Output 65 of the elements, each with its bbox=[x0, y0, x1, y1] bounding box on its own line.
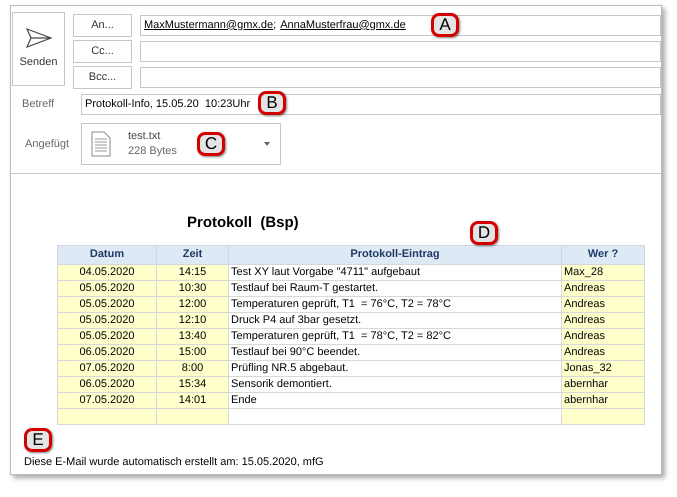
send-icon bbox=[26, 28, 52, 48]
table-cell: Druck P4 auf 3bar gesetzt. bbox=[228, 312, 562, 328]
table-cell: Andreas bbox=[562, 328, 644, 344]
table-cell: abernhar bbox=[562, 376, 644, 392]
table-cell: 06.05.2020 bbox=[58, 344, 156, 360]
callout-marker: C bbox=[197, 132, 225, 156]
callout-marker: B bbox=[258, 90, 286, 114]
table-cell: Max_28 bbox=[562, 264, 644, 280]
table-cell: abernhar bbox=[562, 392, 644, 408]
separator-text: ; bbox=[273, 18, 276, 33]
callout-marker: A bbox=[431, 12, 459, 36]
table-cell: 10:30 bbox=[156, 280, 228, 296]
table-cell: Temperaturen geprüft, T1 = 76°C, T2 = 78°C bbox=[228, 296, 562, 312]
recipient-button[interactable]: Cc... bbox=[73, 40, 132, 62]
table-cell: 05.05.2020 bbox=[58, 312, 156, 328]
table-cell: 13:40 bbox=[156, 328, 228, 344]
table-cell: 15:00 bbox=[156, 344, 228, 360]
callout-marker: D bbox=[470, 220, 498, 244]
table-cell: Testlauf bei 90°C beendet. bbox=[228, 344, 562, 360]
table-cell: Andreas bbox=[562, 280, 644, 296]
callout-marker: E bbox=[24, 428, 52, 452]
table-cell: 05.05.2020 bbox=[58, 328, 156, 344]
column-header: Wer ? bbox=[562, 245, 644, 264]
table-cell: Ende bbox=[228, 392, 562, 408]
column-header: Protokoll-Eintrag bbox=[228, 245, 562, 264]
footer-text: Diese E-Mail wurde automatisch erstellt am: 15.05.2020, mfG bbox=[24, 454, 324, 470]
table-cell: 12:10 bbox=[156, 312, 228, 328]
attachment-card[interactable]: test.txt 228 Bytes C bbox=[81, 123, 281, 165]
table-cell: 12:00 bbox=[156, 296, 228, 312]
table-cell: 05.05.2020 bbox=[58, 296, 156, 312]
table-cell: 14:01 bbox=[156, 392, 228, 408]
subject-field[interactable]: Protokoll-Info, 15.05.20 10:23Uhr B bbox=[81, 94, 661, 114]
table-cell: Temperaturen geprüft, T1 = 78°C, T2 = 82°C bbox=[228, 328, 562, 344]
recipient-address[interactable]: AnnaMusterfrau@gmx.de bbox=[280, 16, 406, 34]
column-header: Zeit bbox=[156, 245, 228, 264]
table-cell: 15:34 bbox=[156, 376, 228, 392]
attachment-name: test.txt bbox=[128, 129, 162, 144]
table-cell: Testlauf bei Raum-T gestartet. bbox=[228, 280, 562, 296]
table-cell: Andreas bbox=[562, 296, 644, 312]
table-cell: 14:15 bbox=[156, 264, 228, 280]
table-cell: 07.05.2020 bbox=[58, 392, 156, 408]
table-cell: Jonas_32 bbox=[562, 360, 644, 376]
recipient-field[interactable]: MaxMustermann@gmx.de; AnnaMusterfrau@gmx.de A bbox=[140, 14, 661, 36]
subject-label: Betreff bbox=[21, 96, 56, 112]
attachment-size: 228 Bytes bbox=[128, 144, 177, 159]
table-cell: 06.05.2020 bbox=[58, 376, 156, 392]
table-cell: Test XY laut Vorgabe "4711" aufgebaut bbox=[228, 264, 562, 280]
table-cell: Andreas bbox=[562, 344, 644, 360]
table-cell: Andreas bbox=[562, 312, 644, 328]
dropdown-caret-icon[interactable] bbox=[264, 142, 270, 146]
column-header: Datum bbox=[58, 245, 156, 264]
protocol-title: Protokoll (Bsp) bbox=[187, 213, 299, 233]
table-cell: Prüfling NR.5 abgebaut. bbox=[228, 360, 562, 376]
table-cell: 04.05.2020 bbox=[58, 264, 156, 280]
subject-text: Protokoll-Info, 15.05.20 10:23Uhr bbox=[85, 96, 250, 112]
table-cell: 8:00 bbox=[156, 360, 228, 376]
document-icon bbox=[91, 131, 111, 157]
recipient-button[interactable]: An... bbox=[73, 14, 132, 36]
recipient-button[interactable]: Bcc... bbox=[73, 66, 132, 88]
table-cell: 05.05.2020 bbox=[58, 280, 156, 296]
table-cell: Sensorik demontiert. bbox=[228, 376, 562, 392]
attachment-label: Angefügt bbox=[24, 136, 70, 152]
send-button[interactable]: Senden bbox=[12, 12, 65, 86]
recipient-address[interactable]: MaxMustermann@gmx.de bbox=[144, 16, 274, 34]
table-cell: 07.05.2020 bbox=[58, 360, 156, 376]
